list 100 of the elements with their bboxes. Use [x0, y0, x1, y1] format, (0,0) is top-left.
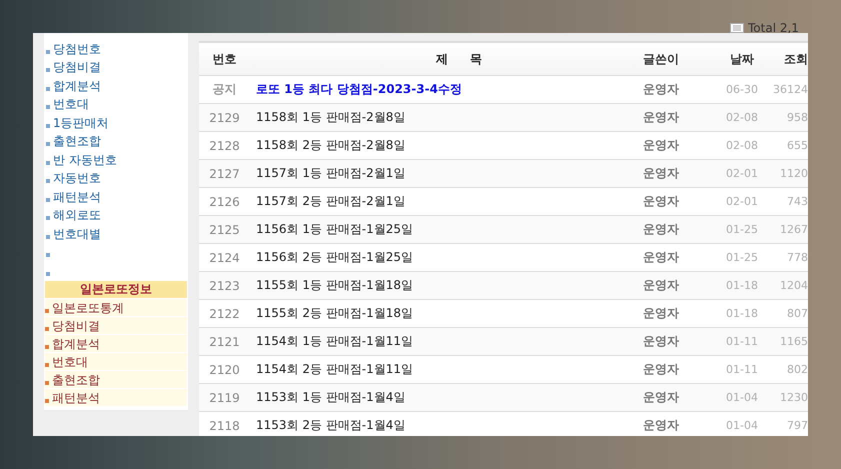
post-number: 2128 — [208, 138, 241, 152]
view-count: 1230 — [779, 391, 808, 404]
author-name: 운영자 — [642, 221, 680, 238]
post-date: 02-08 — [725, 139, 759, 152]
column-header: 조회 — [783, 50, 808, 68]
view-count: 1267 — [779, 223, 808, 236]
author-name: 운영자 — [642, 333, 680, 350]
post-number: 2127 — [208, 166, 241, 180]
author-name: 운영자 — [642, 417, 680, 434]
post-title-link[interactable]: 1157회 1등 판매점-2월1일 — [250, 165, 608, 182]
sidebar-item[interactable]: 패턴분석 — [45, 388, 187, 406]
author-name: 운영자 — [642, 277, 680, 294]
post-number: 2122 — [208, 306, 241, 320]
post-date: 01-25 — [725, 251, 759, 264]
post-title-link[interactable]: 1154회 2등 판매점-1월11일 — [250, 361, 608, 378]
sidebar-link[interactable]: 번호대 — [53, 96, 89, 112]
bullet-icon — [46, 105, 50, 109]
post-number: 2120 — [208, 362, 241, 376]
post-date: 06-30 — [725, 83, 759, 96]
section-header: 일본로또정보 — [45, 280, 187, 298]
sidebar-link[interactable]: 당첨번호 — [53, 40, 101, 56]
sidebar-link[interactable]: 출현조합 — [53, 133, 101, 149]
author-name: 운영자 — [642, 165, 680, 182]
sidebar-item[interactable]: 당첨비결 — [45, 316, 187, 334]
view-count: 1120 — [779, 167, 808, 180]
view-count: 958 — [786, 111, 808, 124]
view-count: 1165 — [779, 335, 808, 348]
post-date: 01-18 — [725, 279, 759, 292]
column-header: 번호 — [212, 50, 238, 68]
author-name: 운영자 — [642, 137, 680, 154]
author-name: 운영자 — [642, 109, 680, 126]
sidebar-item[interactable]: 출현조합 — [45, 370, 187, 388]
author-name: 운영자 — [642, 249, 680, 266]
column-header: 제 목 — [434, 50, 484, 68]
post-number: 2118 — [208, 418, 241, 432]
post-date: 02-01 — [725, 167, 759, 180]
post-date: 01-11 — [725, 363, 759, 376]
author-name: 운영자 — [642, 305, 680, 322]
post-date: 02-08 — [725, 111, 759, 124]
sidebar-link[interactable]: 자동번호 — [53, 170, 101, 186]
bullet-icon — [46, 124, 50, 128]
sidebar-link[interactable]: 패턴분석 — [53, 188, 101, 204]
bullet-icon — [46, 68, 50, 72]
post-title-link[interactable]: 1155회 2등 판매점-1월18일 — [250, 305, 608, 322]
sidebar-link[interactable]: 당첨비결 — [53, 59, 101, 75]
post-title-link[interactable]: 1157회 2등 판매점-2월1일 — [250, 193, 608, 210]
post-title-link[interactable]: 1153회 1등 판매점-1월4일 — [250, 389, 608, 406]
post-title-link[interactable]: 1155회 1등 판매점-1월18일 — [250, 277, 608, 294]
bullet-icon — [46, 198, 50, 202]
column-header: 글쓴이 — [642, 50, 680, 68]
bullet-icon — [46, 86, 50, 90]
total-count: Total 2,1 — [748, 22, 799, 34]
post-title-link[interactable]: 1158회 2등 판매점-2월8일 — [250, 137, 608, 154]
post-title-link[interactable]: 1153회 2등 판매점-1월4일 — [250, 417, 608, 434]
post-title-link[interactable]: 1156회 1등 판매점-1월25일 — [250, 221, 608, 238]
post-title-link[interactable]: 1154회 1등 판매점-1월11일 — [250, 333, 608, 350]
post-number: 2123 — [208, 278, 241, 292]
sidebar-item[interactable]: 일본로또통계 — [45, 298, 187, 316]
view-count: 807 — [786, 307, 808, 320]
sidebar-link[interactable]: 1등판매처 — [53, 114, 109, 130]
sidebar-item[interactable]: 합계분석 — [45, 334, 187, 352]
post-date: 02-01 — [725, 195, 759, 208]
sidebar-link[interactable]: 합계분석 — [53, 78, 101, 94]
view-count: 743 — [786, 195, 808, 208]
post-number: 2125 — [208, 222, 241, 236]
post-number: 공지 — [212, 81, 238, 98]
bullet-icon — [46, 216, 50, 220]
bullet-icon — [46, 253, 50, 257]
author-name: 운영자 — [642, 389, 680, 406]
post-title-link[interactable]: 로또 1등 최다 당첨점-2023-3-4수정 — [250, 81, 608, 98]
post-number: 2121 — [208, 334, 241, 348]
view-count: 797 — [786, 419, 808, 432]
bullet-icon — [46, 142, 50, 146]
author-name: 운영자 — [642, 81, 680, 98]
post-title-link[interactable]: 1156회 2등 판매점-1월25일 — [250, 249, 608, 266]
view-count: 1204 — [779, 279, 808, 292]
sidebar-link[interactable]: 반 자동번호 — [53, 152, 117, 168]
bullet-icon — [46, 234, 50, 238]
bullet-icon — [46, 272, 50, 276]
bullet-icon — [46, 160, 50, 164]
view-count: 802 — [786, 363, 808, 376]
post-number: 2126 — [208, 194, 241, 208]
column-header: 날짜 — [729, 50, 755, 68]
view-count: 655 — [786, 139, 808, 152]
post-date: 01-25 — [725, 223, 759, 236]
post-date: 01-18 — [725, 307, 759, 320]
author-name: 운영자 — [642, 193, 680, 210]
post-number: 2124 — [208, 250, 241, 264]
bullet-icon — [46, 179, 50, 183]
author-name: 운영자 — [642, 361, 680, 378]
sidebar-item[interactable]: 번호대 — [45, 352, 187, 370]
view-count: 778 — [786, 251, 808, 264]
sidebar-link[interactable]: 해외로또 — [53, 207, 101, 223]
sidebar-link[interactable]: 번호대별 — [53, 226, 101, 242]
bullet-icon — [46, 50, 50, 54]
list-icon — [730, 23, 744, 33]
post-date: 01-11 — [725, 335, 759, 348]
post-date: 01-04 — [725, 419, 759, 432]
post-title-link[interactable]: 1158회 1등 판매점-2월8일 — [250, 109, 608, 126]
post-number: 2129 — [208, 110, 241, 124]
